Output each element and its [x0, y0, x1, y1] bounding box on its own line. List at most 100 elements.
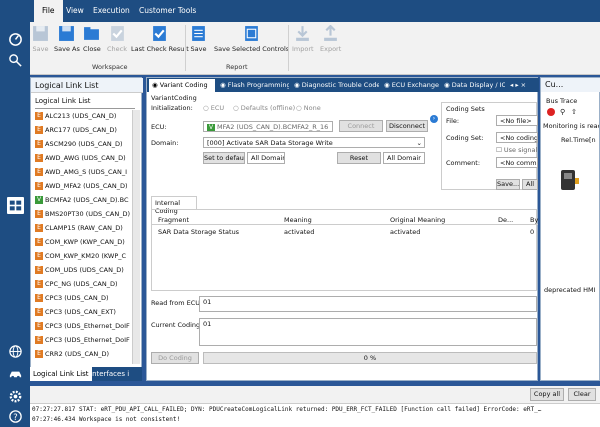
disconnect-button[interactable]: Disconnect — [386, 120, 428, 132]
tab-internal-coding[interactable]: Internal Coding — [151, 196, 197, 215]
tab-ecu-exchange[interactable]: ◉ ECU Exchange — [381, 79, 439, 92]
all-coding-sets-button[interactable]: All — [522, 179, 538, 190]
export-button[interactable]: Export — [320, 25, 341, 53]
logical-link-item[interactable]: E CPC3 (UDS_CAN_D) — [35, 293, 132, 303]
logical-link-item[interactable]: E COM_UDS (UDS_CAN_D) — [35, 265, 132, 275]
logical-link-label: AWD_AWG (UDS_CAN_D) — [45, 154, 126, 162]
read-from-ecu-field[interactable]: 01 — [199, 296, 537, 312]
use-signal-checkbox[interactable]: ☐ Use signal — [496, 146, 537, 154]
record-icon[interactable] — [547, 108, 555, 116]
logical-link-scrollbar[interactable] — [132, 110, 140, 364]
logical-link-item[interactable]: E CPC_NG (UDS_CAN_D) — [35, 279, 132, 289]
menu-tab-execution[interactable]: Execution — [87, 0, 136, 22]
menu-tab-file[interactable]: File — [34, 0, 63, 22]
logical-link-label: CLAMP15 (RAW_CAN_D) — [45, 224, 123, 232]
set-to-default-button[interactable]: Set to default — [203, 152, 245, 164]
logical-link-item[interactable]: E CPC3 (UDS_Ethernet_DoIF — [35, 321, 132, 331]
workspace-close-button[interactable]: Close — [83, 25, 101, 53]
col-original-meaning[interactable]: Original Meaning — [390, 216, 445, 224]
logical-link-item[interactable]: E CPC3 (UDS_CAN_EXT) — [35, 307, 132, 317]
tab-scroll-arrows[interactable]: ◂ ▸ × — [507, 79, 529, 92]
col-meaning[interactable]: Meaning — [284, 216, 312, 224]
save-selected-controls-button[interactable]: Save Selected Controls — [214, 25, 289, 53]
logical-link-item[interactable]: E CPC3 (UDS_Ethernet_DoIF — [35, 335, 132, 345]
import-icon — [296, 26, 310, 41]
export-icon — [324, 25, 338, 41]
rel-time-column[interactable]: Rel.Time[n — [561, 136, 599, 144]
file-field[interactable]: <No file> — [496, 115, 538, 126]
radio-defaults-offline[interactable]: ○ Defaults (offline) — [233, 104, 295, 112]
domain-select[interactable]: [000] Activate SAR Data Storage Write ⌄ — [203, 137, 425, 148]
coding-set-field[interactable]: <No coding s — [496, 132, 538, 143]
tab-data-display[interactable]: ◉ Data Display / IO I — [441, 79, 505, 92]
tab-data-display-label: Data Display / IO I — [451, 81, 505, 89]
reset-button[interactable]: Reset — [337, 152, 381, 164]
col-de[interactable]: De... — [498, 216, 513, 224]
tab-logical-link-list[interactable]: Logical Link List — [30, 367, 92, 381]
import-label: Import — [292, 45, 314, 53]
radio-ecu[interactable]: ○ ECU — [203, 104, 224, 112]
logical-link-item[interactable]: E CLAMP15 (RAW_CAN_D) — [35, 223, 132, 233]
tab-diagnostic-trouble-codes[interactable]: ◉ Diagnostic Trouble Codes — [291, 79, 379, 92]
globe-icon[interactable] — [7, 343, 24, 360]
col-fragment[interactable]: Fragment — [158, 216, 189, 224]
logical-link-item[interactable]: E COM_KWP_KM20 (KWP_C — [35, 251, 132, 261]
settings-gear-icon[interactable] — [7, 388, 24, 405]
last-check-result-label: Last Check Result — [131, 45, 189, 53]
ecu-field[interactable]: V MFA2 (UDS_CAN_D).BCMFA2_R_16 — [203, 121, 333, 132]
tab-flash-programming-label: Flash Programming I — [227, 81, 289, 89]
radio-ecu-label: ECU — [210, 104, 225, 112]
workspace-save-as-button[interactable]: Save As — [54, 25, 80, 53]
workspace-save-as-label: Save As — [54, 45, 80, 53]
tab-flash-programming[interactable]: ◉ Flash Programming I — [217, 79, 289, 92]
save-coding-set-button[interactable]: Save... — [496, 179, 520, 190]
last-check-result-button[interactable]: Last Check Result — [131, 25, 189, 53]
workspace-check-button[interactable]: Check — [107, 25, 127, 53]
all-domain-select-2[interactable]: All Domair — [383, 152, 425, 164]
report-save-button[interactable]: Save — [190, 25, 207, 53]
tab-interfaces[interactable]: Interfaces i — [87, 367, 132, 381]
current-coding-field[interactable]: 01 — [199, 318, 537, 346]
clear-button[interactable]: Clear — [568, 388, 596, 401]
chevron-down-icon: ⌄ — [416, 139, 422, 147]
logical-link-item[interactable]: E AWD_AMG_S (UDS_CAN_I — [35, 167, 132, 177]
logical-link-list-header: Logical Link List — [35, 97, 135, 109]
logical-link-item[interactable]: E ALC213 (UDS_CAN_D) — [35, 111, 132, 121]
help-icon[interactable]: ? — [7, 408, 24, 425]
table-row[interactable]: SAR Data Storage Status activated activa… — [152, 227, 538, 237]
cell-by: 0 — [530, 228, 535, 236]
arrow-right-icon[interactable]: › — [430, 115, 438, 123]
speedometer-icon[interactable] — [7, 30, 24, 47]
menu-tab-view[interactable]: View — [60, 0, 90, 22]
comment-label: Comment: — [446, 159, 481, 167]
logical-link-label: CPC_NG (UDS_CAN_D) — [45, 280, 118, 288]
tab-variant-coding[interactable]: ◉ Variant Coding — [149, 79, 215, 92]
logical-link-item[interactable]: E BMS20PT30 (UDS_CAN_D) — [35, 209, 132, 219]
radio-none[interactable]: ○ None — [296, 104, 321, 112]
logical-link-item[interactable]: E COM_KWP (KWP_CAN_D) — [35, 237, 132, 247]
workspace-save-button[interactable]: Save — [32, 25, 49, 53]
log-area: Copy all Clear 07:27:27.817 STAT: eRT_PD… — [30, 386, 600, 427]
car-icon[interactable] — [7, 365, 24, 382]
logical-link-item[interactable]: V BCMFA2 (UDS_CAN_D).BC — [35, 195, 132, 205]
monitoring-status: Monitoring is reac — [543, 122, 599, 130]
comment-field[interactable]: <No comment — [496, 157, 538, 168]
logical-link-item[interactable]: E CRR2 (UDS_CAN_D) — [35, 349, 132, 359]
search-text-icon[interactable] — [7, 52, 24, 69]
logical-link-item[interactable]: E AWD_MFA2 (UDS_CAN_D) — [35, 181, 132, 191]
check-icon — [110, 26, 124, 41]
logical-link-item[interactable]: E ARC177 (UDS_CAN_D) — [35, 125, 132, 135]
do-coding-button[interactable]: Do Coding — [151, 352, 199, 364]
logical-link-item[interactable]: E AWD_AWG (UDS_CAN_D) — [35, 153, 132, 163]
connect-button[interactable]: Connect — [339, 120, 383, 132]
pin-icon[interactable]: ⚲ — [560, 108, 565, 116]
copy-all-button[interactable]: Copy all — [530, 388, 564, 401]
all-domain-select[interactable]: All Domain — [247, 152, 285, 164]
logical-link-label: BCMFA2 (UDS_CAN_D).BC — [45, 196, 129, 204]
menu-tab-customer-tools[interactable]: Customer Tools — [133, 0, 202, 22]
col-by[interactable]: By — [530, 216, 538, 224]
workspace-modules-icon[interactable] — [7, 197, 24, 214]
logical-link-item[interactable]: E ASCM290 (UDS_CAN_D) — [35, 139, 132, 149]
up-arrow-icon[interactable]: ⇧ — [571, 108, 577, 116]
import-button[interactable]: Import — [292, 25, 314, 53]
